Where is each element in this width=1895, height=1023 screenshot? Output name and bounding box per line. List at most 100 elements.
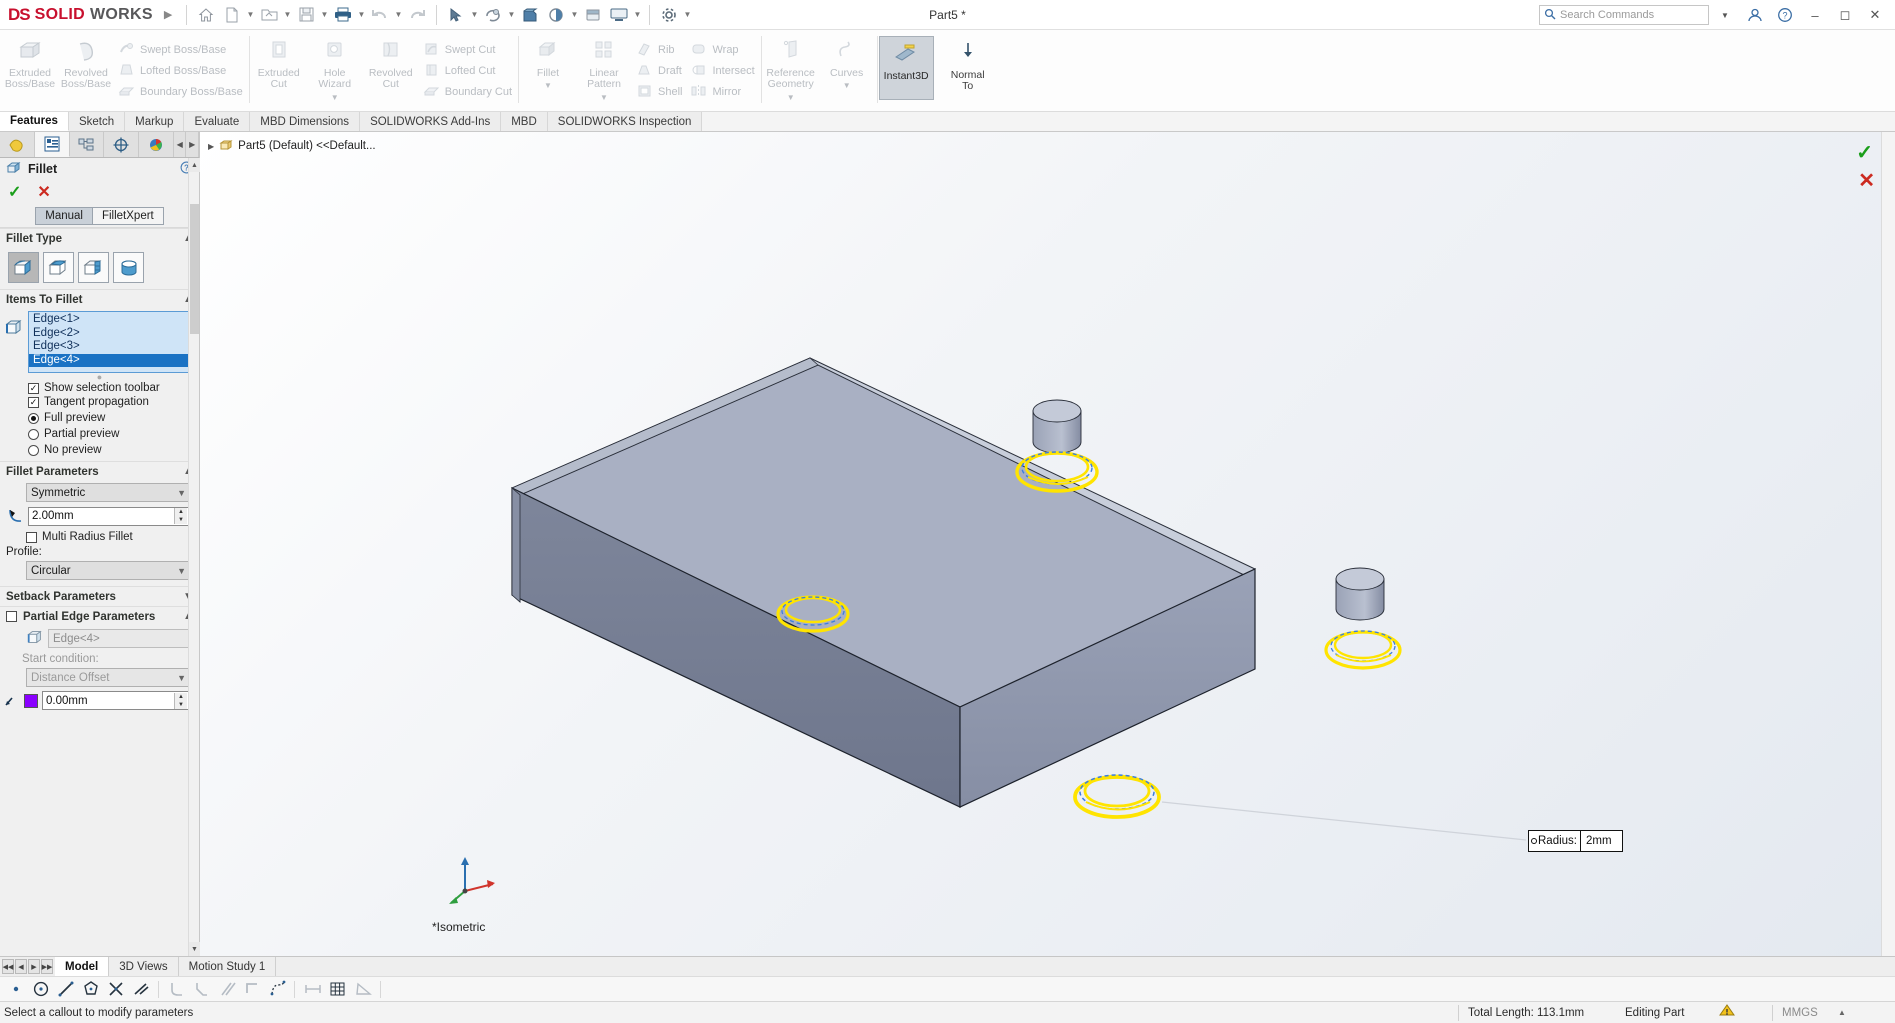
- tab-evaluate[interactable]: Evaluate: [184, 112, 251, 131]
- dimxpert-icon[interactable]: [104, 132, 140, 157]
- hole-wizard-dropdown-icon[interactable]: ▼: [331, 92, 339, 104]
- tab-features[interactable]: Features: [0, 112, 69, 131]
- show-selection-toolbar-checkbox[interactable]: ✓: [28, 382, 39, 394]
- circle-icon[interactable]: [29, 978, 52, 1001]
- print-icon[interactable]: [330, 2, 356, 28]
- instant3d-button[interactable]: Instant3D: [878, 36, 934, 100]
- linear-pattern-dropdown-icon[interactable]: ▼: [600, 92, 608, 104]
- linear-pattern-button[interactable]: Linear Pattern ▼: [576, 34, 632, 103]
- options-dropdown-icon[interactable]: ▼: [682, 2, 693, 28]
- fillet-type-section-header[interactable]: Fillet Type ▲: [0, 228, 199, 248]
- no-preview-radio[interactable]: [28, 444, 39, 456]
- variable-size-fillet-icon[interactable]: [43, 252, 74, 283]
- list-item[interactable]: Edge<1>: [29, 313, 192, 327]
- shell-button[interactable]: Shell: [632, 81, 686, 102]
- tangent-propagation-checkbox[interactable]: ✓: [28, 396, 39, 408]
- curves-button[interactable]: Curves ▼: [819, 34, 875, 92]
- multi-radius-fillet-checkbox[interactable]: [26, 531, 37, 543]
- reference-geometry-dropdown-icon[interactable]: ▼: [787, 92, 795, 104]
- revolved-boss-base-button[interactable]: Revolved Boss/Base: [58, 34, 114, 91]
- extruded-cut-button[interactable]: Extruded Cut: [251, 34, 307, 91]
- prev-tab-icon[interactable]: ◀: [15, 959, 27, 974]
- graphics-right-strip[interactable]: [1881, 132, 1895, 956]
- tab-mbd-dimensions[interactable]: MBD Dimensions: [250, 112, 361, 131]
- tab-markup[interactable]: Markup: [125, 112, 185, 131]
- offset-entities-icon[interactable]: [215, 978, 238, 1001]
- file-properties-icon[interactable]: [543, 2, 569, 28]
- revolved-cut-button[interactable]: Revolved Cut: [363, 34, 419, 91]
- grid-icon[interactable]: [326, 978, 349, 1001]
- filletxpert-mode-button[interactable]: FilletXpert: [92, 206, 164, 225]
- items-to-fillet-section-header[interactable]: Items To Fillet ▲: [0, 289, 199, 309]
- hole-wizard-button[interactable]: Hole Wizard ▼: [307, 34, 363, 103]
- chevron-down-icon[interactable]: ▼: [177, 488, 186, 498]
- offset-distance-input[interactable]: 0.00mm ▲ ▼: [42, 691, 191, 710]
- first-tab-icon[interactable]: ◀◀: [2, 959, 14, 974]
- rib-button[interactable]: Rib: [632, 39, 686, 60]
- partial-preview-radio[interactable]: [28, 428, 39, 440]
- radius-callout[interactable]: Radius: 2mm: [1528, 830, 1623, 852]
- user-account-icon[interactable]: [1741, 1, 1769, 29]
- manager-tabs-scroll-right-icon[interactable]: ▶: [186, 132, 200, 157]
- full-preview-radio[interactable]: [28, 412, 39, 424]
- curves-dropdown-icon[interactable]: ▼: [843, 80, 851, 92]
- normal-to-button[interactable]: Normal To: [940, 36, 996, 93]
- configuration-manager-icon[interactable]: [69, 132, 105, 157]
- symmetry-type-select[interactable]: Symmetric ▼: [26, 483, 191, 502]
- radius-callout-value[interactable]: 2mm: [1581, 831, 1622, 851]
- search-commands-box[interactable]: Search Commands: [1539, 5, 1709, 25]
- fillet-radius-input[interactable]: 2.00mm ▲ ▼: [28, 506, 191, 526]
- scroll-down-icon[interactable]: ▼: [189, 942, 200, 956]
- units-dropdown-icon[interactable]: ▲: [1838, 1008, 1846, 1017]
- spinner-down-icon[interactable]: ▼: [175, 700, 187, 709]
- scrollbar-thumb[interactable]: [190, 204, 199, 334]
- save-icon[interactable]: [293, 2, 319, 28]
- draft-button[interactable]: Draft: [632, 60, 686, 81]
- constant-size-fillet-icon[interactable]: [8, 252, 39, 283]
- partial-preview-radio-row[interactable]: Partial preview: [0, 425, 199, 441]
- setback-parameters-section-header[interactable]: Setback Parameters ▼: [0, 586, 199, 606]
- fillet-parameters-section-header[interactable]: Fillet Parameters ▲: [0, 461, 199, 481]
- graphics-area[interactable]: ▶ Part5 (Default) <<Default... ▼: [200, 132, 1895, 956]
- rebuild-dropdown-icon[interactable]: ▼: [506, 2, 517, 28]
- screen-dropdown-icon[interactable]: ▼: [632, 2, 643, 28]
- extruded-boss-base-button[interactable]: Extruded Boss/Base: [2, 34, 58, 91]
- chevron-down-icon[interactable]: ▼: [177, 566, 186, 576]
- menu-expand-arrow-icon[interactable]: ▶: [164, 8, 172, 21]
- list-item[interactable]: Edge<2>: [29, 327, 192, 341]
- restore-button[interactable]: ◻: [1831, 1, 1859, 29]
- spinner-up-icon[interactable]: ▲: [175, 508, 187, 516]
- save-dropdown-icon[interactable]: ▼: [319, 2, 330, 28]
- list-item[interactable]: Edge<4>: [29, 353, 192, 367]
- options-gear-icon[interactable]: [656, 2, 682, 28]
- undo-icon[interactable]: [367, 2, 393, 28]
- display-style-icon[interactable]: [580, 2, 606, 28]
- full-preview-radio-row[interactable]: Full preview: [0, 409, 199, 425]
- open-dropdown-icon[interactable]: ▼: [282, 2, 293, 28]
- model-3d-viewport[interactable]: [200, 132, 1895, 956]
- tangent-propagation-checkbox-row[interactable]: ✓ Tangent propagation: [0, 395, 199, 409]
- select-tool-icon[interactable]: [443, 2, 469, 28]
- tab-motion-study-1[interactable]: Motion Study 1: [179, 957, 277, 976]
- spinner-up-icon[interactable]: ▲: [175, 692, 187, 701]
- profile-select[interactable]: Circular ▼: [26, 561, 191, 580]
- offset-color-swatch[interactable]: [24, 693, 38, 708]
- chevron-down-icon[interactable]: ▼: [177, 673, 186, 683]
- reference-geometry-button[interactable]: Reference Geometry ▼: [763, 34, 819, 103]
- angle-icon[interactable]: [351, 978, 374, 1001]
- no-preview-radio-row[interactable]: No preview: [0, 441, 199, 461]
- manager-tabs-scroll-left-icon[interactable]: ◀: [173, 132, 187, 157]
- list-item[interactable]: Edge<3>: [29, 340, 192, 354]
- select-dropdown-icon[interactable]: ▼: [469, 2, 480, 28]
- fillet-dropdown-icon[interactable]: ▼: [544, 80, 552, 92]
- spinner-down-icon[interactable]: ▼: [175, 516, 187, 524]
- mirror-button[interactable]: Mirror: [686, 81, 758, 102]
- line-icon[interactable]: [54, 978, 77, 1001]
- sketch-fillet-icon[interactable]: [165, 978, 188, 1001]
- tab-3d-views[interactable]: 3D Views: [109, 957, 179, 976]
- polygon-icon[interactable]: [79, 978, 102, 1001]
- extend-entities-icon[interactable]: [129, 978, 152, 1001]
- screen-icon[interactable]: [606, 2, 632, 28]
- tab-solidworks-inspection[interactable]: SOLIDWORKS Inspection: [547, 112, 703, 131]
- corner-rectangle-icon[interactable]: [240, 978, 263, 1001]
